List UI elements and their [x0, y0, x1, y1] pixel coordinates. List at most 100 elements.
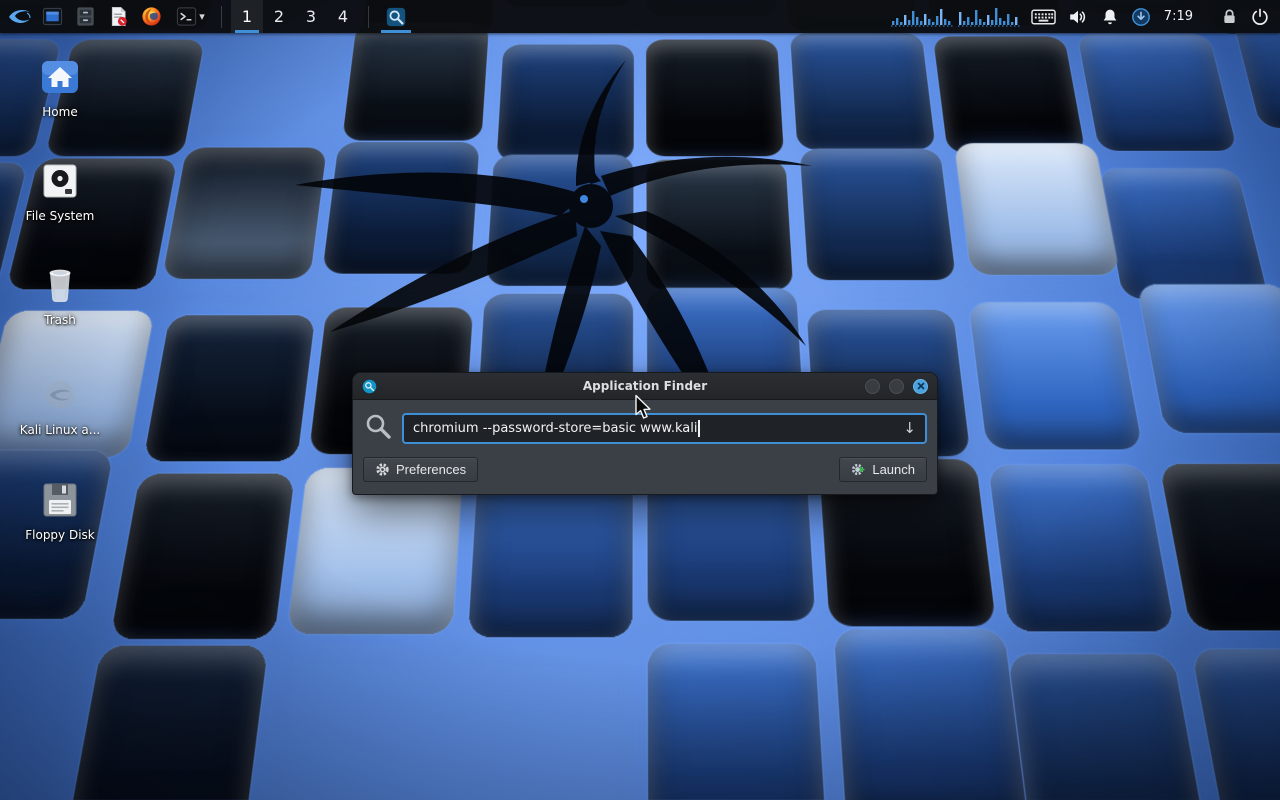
wallpaper-cube: [954, 143, 1120, 275]
wallpaper-cube: [143, 315, 315, 461]
desktop-icon-home[interactable]: Home: [14, 54, 106, 120]
desktop-icon-label: Home: [42, 105, 77, 120]
kali-logo-icon: [7, 4, 32, 29]
wallpaper-cube: [1191, 649, 1280, 800]
maximize-button[interactable]: [889, 379, 904, 394]
file-cabinet-icon: [74, 5, 97, 28]
panel-separator: [221, 6, 222, 28]
download-status-icon: [1131, 7, 1151, 27]
finder-body: chromium --password-store=basic www.kali…: [353, 400, 937, 494]
close-icon: [917, 382, 925, 390]
text-editor-launcher[interactable]: [102, 0, 135, 33]
workspace-2[interactable]: 2: [263, 0, 295, 33]
panel-left: ▾ 1 2 3 4: [0, 0, 414, 33]
wallpaper-cube: [342, 23, 489, 140]
taskbar-application-finder[interactable]: [378, 0, 414, 33]
firefox-icon: [140, 5, 163, 28]
wallpaper-cube: [1099, 169, 1269, 299]
kali-menu-button[interactable]: [3, 0, 36, 33]
wallpaper-cube: [933, 36, 1086, 153]
trash-icon: [40, 262, 80, 308]
network-monitor-graph[interactable]: [891, 3, 953, 31]
workspace-1[interactable]: 1: [231, 0, 263, 33]
wallpaper-cube: [1159, 464, 1280, 631]
home-icon: [39, 54, 81, 100]
desktop-icon-kali-linux[interactable]: Kali Linux a...: [14, 372, 106, 438]
desktop-icon-file-system[interactable]: File System: [14, 158, 106, 224]
panel-clock[interactable]: 7:19: [1162, 9, 1195, 24]
window-app-icon: [362, 379, 377, 394]
panel-right: 7:19: [891, 0, 1280, 33]
workspace-4[interactable]: 4: [327, 0, 359, 33]
desktop-icon-label: Kali Linux a...: [20, 423, 100, 438]
wallpaper-cube: [988, 465, 1175, 631]
wallpaper-cube: [468, 472, 633, 638]
panel-separator: [368, 6, 369, 28]
wallpaper-cube: [1008, 654, 1207, 800]
wallpaper-cube: [834, 629, 1028, 800]
firefox-launcher[interactable]: [135, 0, 168, 33]
application-finder-window: Application Finder: [352, 372, 938, 495]
network-status-button[interactable]: [1131, 0, 1151, 33]
search-input[interactable]: chromium --password-store=basic www.kali…: [402, 413, 927, 444]
file-manager-launcher[interactable]: [69, 0, 102, 33]
show-desktop-button[interactable]: [36, 0, 69, 33]
volume-icon: [1067, 6, 1089, 28]
wallpaper-cube: [110, 474, 295, 639]
desktop-icon-trash[interactable]: Trash: [14, 262, 106, 328]
power-icon: [1250, 7, 1270, 27]
screen: ▾ 1 2 3 4: [0, 0, 1280, 800]
terminal-icon: [175, 5, 198, 28]
notifications-button[interactable]: [1100, 0, 1120, 33]
expand-arrow-icon[interactable]: ↓: [895, 419, 916, 437]
wallpaper-cube: [968, 302, 1142, 449]
wallpaper-cube: [1137, 284, 1280, 432]
desktop-icon-label: Floppy Disk: [25, 528, 95, 543]
wallpaper-cube: [162, 148, 327, 279]
wallpaper-cube: [66, 646, 268, 800]
minimize-button[interactable]: [865, 379, 880, 394]
preferences-label: Preferences: [396, 462, 466, 477]
logout-button[interactable]: [1250, 0, 1270, 33]
lock-icon: [1220, 7, 1239, 27]
window-controls: [865, 379, 928, 394]
keyboard-layout-button[interactable]: [1031, 0, 1056, 33]
window-title: Application Finder: [353, 379, 937, 393]
wallpaper-cube: [486, 155, 633, 286]
volume-button[interactable]: [1067, 0, 1089, 33]
drive-icon: [40, 158, 80, 204]
workspace-3[interactable]: 3: [295, 0, 327, 33]
desktop-icon-label: File System: [26, 209, 95, 224]
wallpaper-cube: [790, 33, 936, 150]
workspace-label: 1: [242, 7, 252, 26]
system-monitors: [891, 3, 1020, 31]
workspace-label: 2: [274, 7, 284, 26]
button-row: Preferences Launch: [363, 457, 927, 482]
cpu-monitor-graph[interactable]: [958, 3, 1020, 31]
wallpaper-cube: [648, 644, 826, 800]
gear-icon: [375, 462, 390, 477]
titlebar[interactable]: Application Finder: [353, 373, 937, 400]
launch-button[interactable]: Launch: [839, 457, 927, 482]
document-icon: [107, 5, 130, 28]
wallpaper-cube: [1077, 34, 1237, 151]
desktop-icon-floppy-disk[interactable]: Floppy Disk: [14, 477, 106, 543]
bell-icon: [1100, 7, 1120, 27]
close-button[interactable]: [913, 379, 928, 394]
launch-label: Launch: [872, 462, 915, 477]
launch-icon: [851, 462, 866, 477]
floppy-icon: [40, 477, 80, 523]
workspace-switcher: 1 2 3 4: [231, 0, 359, 33]
workspace-label: 4: [338, 7, 348, 26]
search-row: chromium --password-store=basic www.kali…: [363, 411, 927, 445]
lock-screen-button[interactable]: [1220, 0, 1239, 33]
wallpaper-cube: [457, 658, 632, 800]
terminal-launcher[interactable]: ▾: [168, 0, 212, 33]
kali-disc-icon: [40, 372, 80, 418]
preferences-button[interactable]: Preferences: [363, 457, 478, 482]
search-input-value: chromium --password-store=basic www.kali: [413, 421, 697, 436]
wallpaper-cube: [497, 44, 634, 161]
wallpaper-cube: [266, 658, 453, 800]
keyboard-icon: [1031, 7, 1056, 27]
window-icon: [41, 5, 64, 28]
